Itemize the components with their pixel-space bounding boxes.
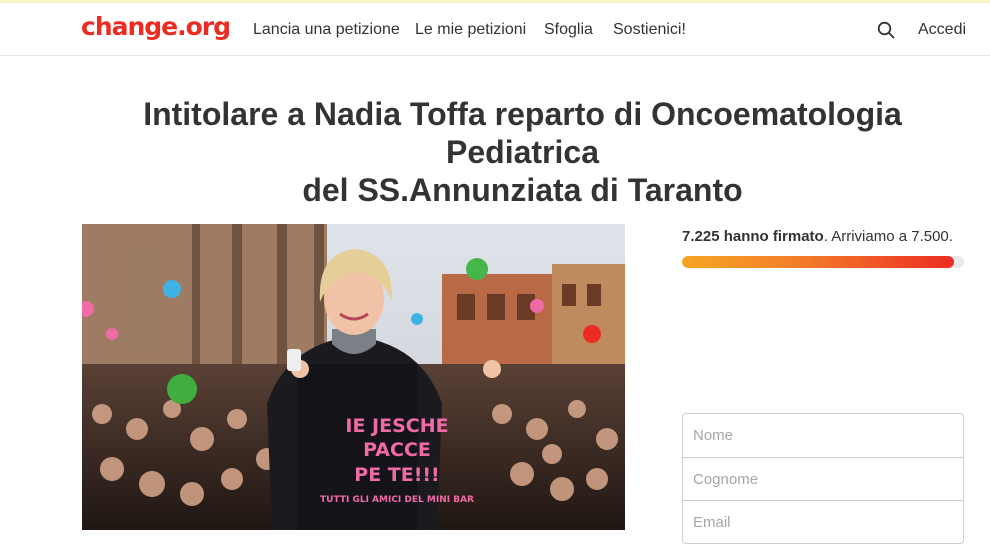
last-name-field[interactable] xyxy=(683,457,963,500)
search-icon[interactable] xyxy=(877,21,895,39)
signature-progress-bar xyxy=(682,256,964,268)
nav-support[interactable]: Sostienici! xyxy=(613,21,686,39)
first-name-field[interactable] xyxy=(683,414,963,457)
change-org-logo[interactable]: change.org xyxy=(81,12,231,41)
sign-form xyxy=(682,413,964,544)
top-navbar: change.org Lancia una petizione Le mie p… xyxy=(0,3,990,56)
petition-title-line-2: del SS.Annunziata di Taranto xyxy=(302,172,743,208)
nav-browse[interactable]: Sfoglia xyxy=(544,21,593,39)
signature-count: 7.225 hanno firmato. Arriviamo a 7.500. xyxy=(682,228,953,245)
nav-start-petition[interactable]: Lancia una petizione xyxy=(253,21,400,39)
login-link[interactable]: Accedi xyxy=(918,21,966,39)
shirt-text-1: IE JESCHE xyxy=(345,415,448,437)
petition-photo-illustration: IE JESCHE PACCE PE TE!!! TUTTI GLI AMICI… xyxy=(82,224,625,530)
petition-title-line-1: Intitolare a Nadia Toffa reparto di Onco… xyxy=(143,96,902,170)
nav-my-petitions[interactable]: Le mie petizioni xyxy=(415,21,526,39)
shirt-text-3: PE TE!!! xyxy=(354,464,439,486)
petition-title: Intitolare a Nadia Toffa reparto di Onco… xyxy=(80,95,965,209)
signature-count-value: 7.225 hanno firmato xyxy=(682,228,824,245)
signature-goal: . Arriviamo a 7.500. xyxy=(823,228,953,245)
shirt-text-2: PACCE xyxy=(363,439,431,461)
signature-progress-fill xyxy=(682,256,954,268)
email-field[interactable] xyxy=(683,500,963,543)
petition-photo: IE JESCHE PACCE PE TE!!! TUTTI GLI AMICI… xyxy=(82,224,625,530)
shirt-text-4: TUTTI GLI AMICI DEL MINI BAR xyxy=(320,495,474,505)
